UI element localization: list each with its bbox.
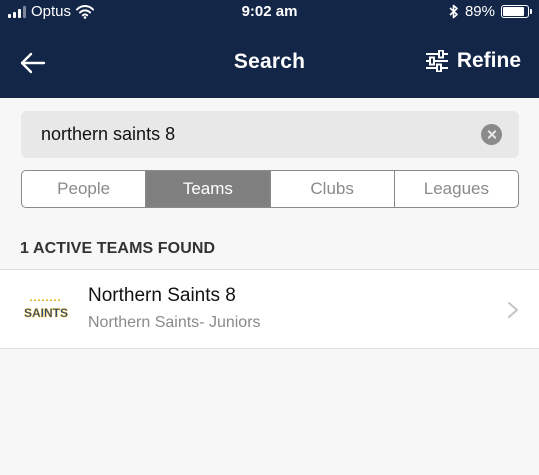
team-result-row[interactable]: SAINTS Northern Saints 8 Northern Saints… <box>0 269 539 349</box>
team-name: Northern Saints 8 <box>88 285 236 306</box>
status-right: 89% <box>449 3 532 20</box>
svg-text:SAINTS: SAINTS <box>24 306 68 320</box>
app-header: Optus 9:02 am 89% Search Refine <box>0 0 539 98</box>
status-bar: Optus 9:02 am 89% <box>0 0 539 26</box>
saints-logo: SAINTS <box>24 299 68 320</box>
team-club: Northern Saints- Juniors <box>88 314 261 331</box>
sliders-icon <box>425 50 448 72</box>
battery-level <box>503 7 525 16</box>
chevron-right-icon <box>508 302 518 318</box>
search-category-tabs: People Teams Clubs Leagues <box>21 170 519 208</box>
battery-percent: 89% <box>464 3 495 20</box>
results-count: 1 ACTIVE TEAMS FOUND <box>20 240 216 257</box>
bluetooth-icon <box>449 4 458 19</box>
battery-icon <box>501 5 532 18</box>
search-input[interactable] <box>21 111 461 158</box>
tab-people[interactable]: People <box>22 171 147 207</box>
refine-label: Refine <box>456 49 521 72</box>
search-box <box>21 111 519 158</box>
clear-icon[interactable] <box>481 124 502 145</box>
tab-clubs[interactable]: Clubs <box>271 171 395 207</box>
tab-teams[interactable]: Teams <box>146 171 271 207</box>
tab-leagues[interactable]: Leagues <box>395 171 518 207</box>
refine-button[interactable]: Refine <box>425 49 521 73</box>
